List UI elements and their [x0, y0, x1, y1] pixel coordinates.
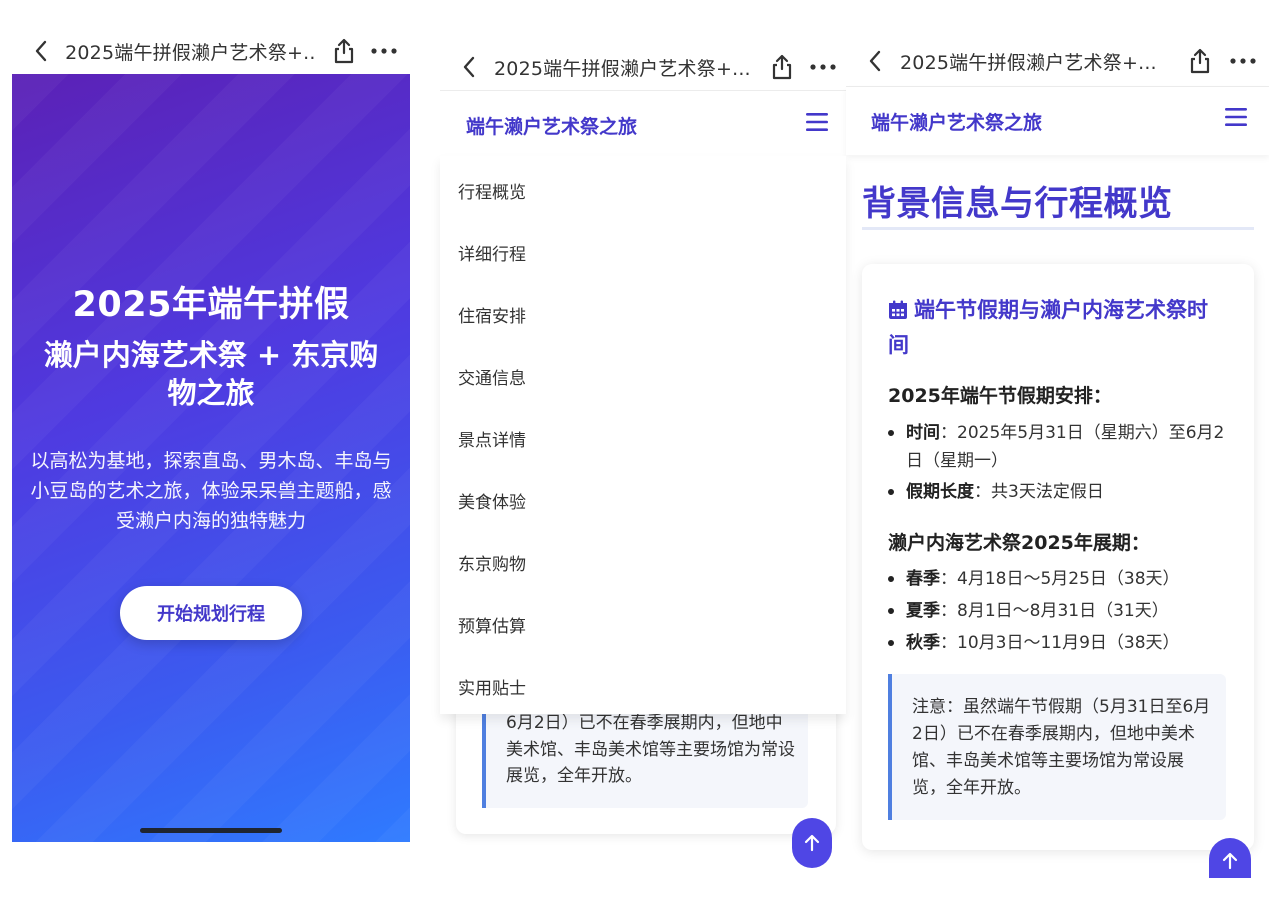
site-header: 端午濑户艺术祭之旅	[846, 87, 1269, 155]
back-chevron-icon[interactable]	[862, 48, 888, 74]
hero-heading: 2025年端午拼假	[72, 285, 350, 325]
calendar-icon	[888, 297, 908, 329]
nav-item-overview[interactable]: 行程概览	[458, 178, 526, 203]
toolbar-divider	[440, 90, 846, 91]
home-indicator	[140, 828, 282, 833]
list-item-text: ：8月1日～8月31日（31天）	[940, 601, 1169, 621]
hero-subheading: 濑户内海艺术祭 + 东京购物之旅	[43, 338, 379, 410]
list-item: 秋季：10月3日～11月9日（38天）	[888, 629, 1226, 657]
nav-item-tips[interactable]: 实用贴士	[458, 674, 526, 699]
list-item-text: ：共3天法定假日	[974, 482, 1104, 502]
hero-banner: 2025年端午拼假 濑户内海艺术祭 + 东京购物之旅 以高松为基地，探索直岛、男…	[12, 74, 410, 842]
start-planning-button[interactable]: 开始规划行程	[120, 586, 302, 640]
list-item: 假期长度：共3天法定假日	[888, 478, 1226, 506]
site-header: 端午濑户艺术祭之旅	[440, 92, 846, 156]
list-item-label: 秋季	[906, 633, 940, 653]
share-icon[interactable]	[768, 53, 796, 81]
scroll-to-top-button[interactable]	[792, 818, 832, 868]
holiday-heading: 2025年端午节假期安排：	[888, 385, 1112, 407]
more-options-icon[interactable]	[1228, 48, 1258, 74]
nav-item-accommodation[interactable]: 住宿安排	[458, 302, 526, 327]
festival-heading: 濑户内海艺术祭2025年展期：	[888, 532, 1150, 554]
list-item-text: ：4月18日～5月25日（38天）	[940, 569, 1180, 589]
list-item: 春季：4月18日～5月25日（38天）	[888, 565, 1226, 593]
section-title-underline	[862, 227, 1254, 230]
card-title-text: 端午节假期与濑户内海艺术祭时间	[888, 298, 1208, 357]
arrow-up-icon	[1222, 852, 1238, 870]
nav-item-attractions[interactable]: 景点详情	[458, 426, 526, 451]
page-title: 2025端午拼假濑户艺术祭+...	[65, 41, 317, 64]
list-item: 夏季：8月1日～8月31日（31天）	[888, 597, 1226, 625]
back-chevron-icon[interactable]	[456, 54, 482, 80]
site-brand[interactable]: 端午濑户艺术祭之旅	[871, 108, 1042, 135]
site-brand[interactable]: 端午濑户艺术祭之旅	[466, 112, 637, 139]
page-title: 2025端午拼假濑户艺术祭+...	[494, 57, 751, 80]
list-item: 时间：2025年5月31日（星期六）至6月2日（星期一）	[888, 419, 1226, 475]
hamburger-menu-icon[interactable]	[806, 112, 828, 132]
note-text: 6月2日）已不在春季展期内，但地中美术馆、丰岛美术馆等主要场馆为常设展览，全年开…	[506, 713, 795, 786]
section-title: 背景信息与行程概览	[862, 184, 1173, 224]
share-icon[interactable]	[330, 37, 357, 65]
list-item-label: 假期长度	[906, 482, 974, 502]
back-chevron-icon[interactable]	[28, 38, 53, 64]
more-options-icon[interactable]	[369, 38, 398, 64]
hamburger-menu-icon[interactable]	[1225, 107, 1247, 127]
nav-item-food[interactable]: 美食体验	[458, 488, 526, 513]
card-title: 端午节假期与濑户内海艺术祭时间	[888, 294, 1228, 361]
arrow-up-icon	[804, 834, 820, 852]
note-text: 注意：虽然端午节假期（5月31日至6月2日）已不在春季展期内，但地中美术馆、丰岛…	[912, 697, 1211, 798]
more-options-icon[interactable]	[808, 54, 838, 80]
list-item-text: ：10月3日～11月9日（38天）	[940, 633, 1180, 653]
browser-toolbar: 2025端午拼假濑户艺术祭+...	[28, 36, 398, 66]
nav-item-budget[interactable]: 预算估算	[458, 612, 526, 637]
browser-toolbar: 2025端午拼假濑户艺术祭+...	[862, 46, 1262, 76]
browser-toolbar: 2025端午拼假濑户艺术祭+...	[456, 52, 841, 82]
scroll-to-top-button[interactable]	[1209, 838, 1251, 878]
list-item-text: ：2025年5月31日（星期六）至6月2日（星期一）	[906, 423, 1225, 471]
nav-item-itinerary[interactable]: 详细行程	[458, 240, 526, 265]
share-icon[interactable]	[1186, 47, 1214, 75]
page-title: 2025端午拼假濑户艺术祭+...	[900, 51, 1157, 74]
hero-description: 以高松为基地，探索直岛、男木岛、丰岛与小豆岛的艺术之旅，体验呆呆兽主题船，感受濑…	[30, 450, 392, 532]
list-item-label: 时间	[906, 423, 940, 443]
list-item-label: 春季	[906, 569, 940, 589]
list-item-label: 夏季	[906, 601, 940, 621]
note-box: 注意：虽然端午节假期（5月31日至6月2日）已不在春季展期内，但地中美术馆、丰岛…	[888, 674, 1226, 820]
nav-dropdown-menu: 行程概览 详细行程 住宿安排 交通信息 景点详情 美食体验 东京购物 预算估算 …	[440, 156, 846, 714]
nav-item-transport[interactable]: 交通信息	[458, 364, 526, 389]
nav-item-tokyo-shopping[interactable]: 东京购物	[458, 550, 526, 575]
